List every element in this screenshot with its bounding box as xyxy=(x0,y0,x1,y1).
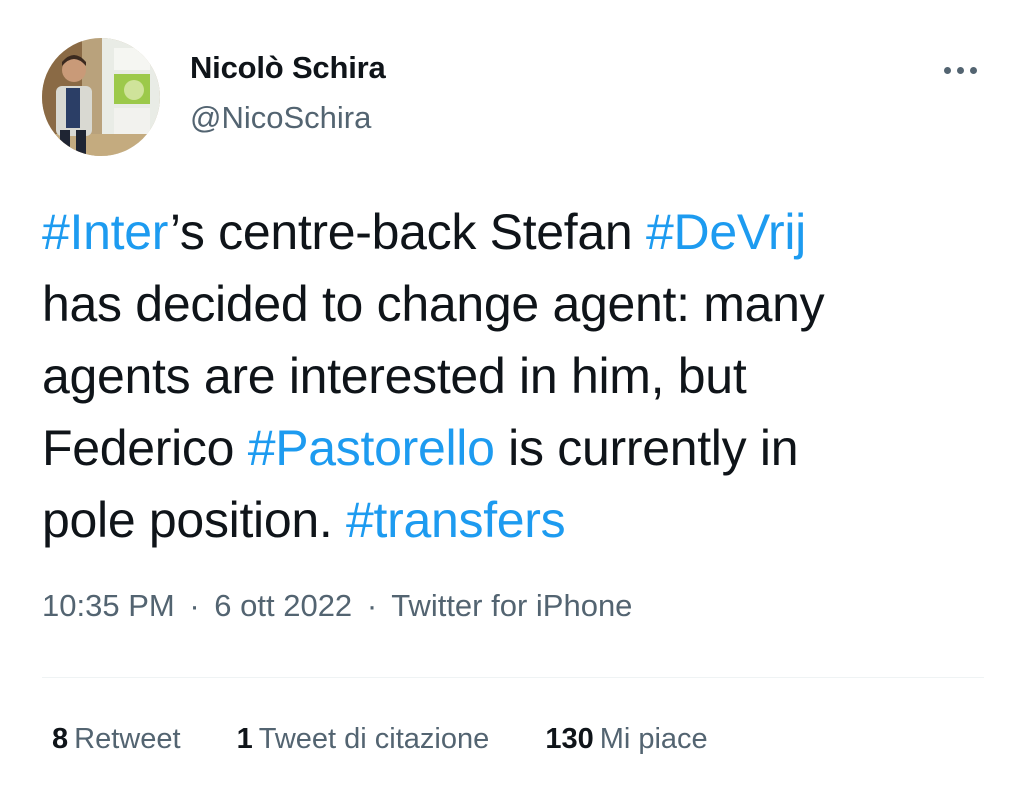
likes-count: 130 xyxy=(545,723,594,755)
tweet-text-line: agents are interested in him, but xyxy=(42,340,987,412)
tweet-time[interactable]: 10:35 PM xyxy=(42,588,175,623)
tweet-text-line: Federico #Pastorello is currently in xyxy=(42,412,987,484)
divider xyxy=(42,677,984,678)
tweet-source[interactable]: Twitter for iPhone xyxy=(391,588,632,623)
retweets-stat[interactable]: 8 Retweet xyxy=(52,723,181,756)
avatar[interactable] xyxy=(42,38,160,156)
tweet-text-line: #Inter’s centre-back Stefan #DeVrij xyxy=(42,196,987,268)
meta-separator: · xyxy=(189,588,200,623)
likes-label: Mi piace xyxy=(599,723,708,755)
hashtag-link[interactable]: #transfers xyxy=(346,492,566,548)
tweet-text-segment: is currently in xyxy=(494,420,799,476)
author-handle[interactable]: @NicoSchira xyxy=(190,100,371,136)
retweets-count: 8 xyxy=(52,723,69,755)
quote-tweets-stat[interactable]: 1 Tweet di citazione xyxy=(237,723,490,756)
quote-tweets-label: Tweet di citazione xyxy=(258,723,490,755)
hashtag-link[interactable]: #Pastorello xyxy=(248,420,495,476)
meta-separator: · xyxy=(366,588,378,623)
more-options-button[interactable] xyxy=(930,48,990,92)
tweet-text: #Inter’s centre-back Stefan #DeVrij has d… xyxy=(42,196,987,556)
tweet-text-segment: ’s centre-back Stefan xyxy=(169,204,646,260)
tweet-text-segment: pole position. xyxy=(42,492,347,548)
hashtag-link[interactable]: #Inter xyxy=(42,204,170,260)
tweet-meta: 10:35 PM · 6 ott 2022 · Twitter for iPho… xyxy=(42,588,632,624)
tweet-text-line: pole position. #transfers xyxy=(42,484,987,556)
quote-tweets-count: 1 xyxy=(236,723,253,755)
avatar-photo xyxy=(42,38,160,156)
more-horizontal-icon xyxy=(941,66,980,74)
tweet-date[interactable]: 6 ott 2022 xyxy=(214,588,352,623)
likes-stat[interactable]: 130 Mi piace xyxy=(545,723,707,756)
retweets-label: Retweet xyxy=(74,723,181,755)
tweet-text-segment: Federico xyxy=(42,420,248,476)
author-display-name[interactable]: Nicolò Schira xyxy=(190,50,386,86)
tweet-stats: 8 Retweet 1 Tweet di citazione 130 Mi piace xyxy=(52,723,756,756)
tweet-text-segment: has decided to change agent: many xyxy=(42,276,825,332)
tweet-text-line: has decided to change agent: many xyxy=(42,268,987,340)
hashtag-link[interactable]: #DeVrij xyxy=(646,204,806,260)
tweet-text-segment: agents are interested in him, but xyxy=(42,348,747,404)
